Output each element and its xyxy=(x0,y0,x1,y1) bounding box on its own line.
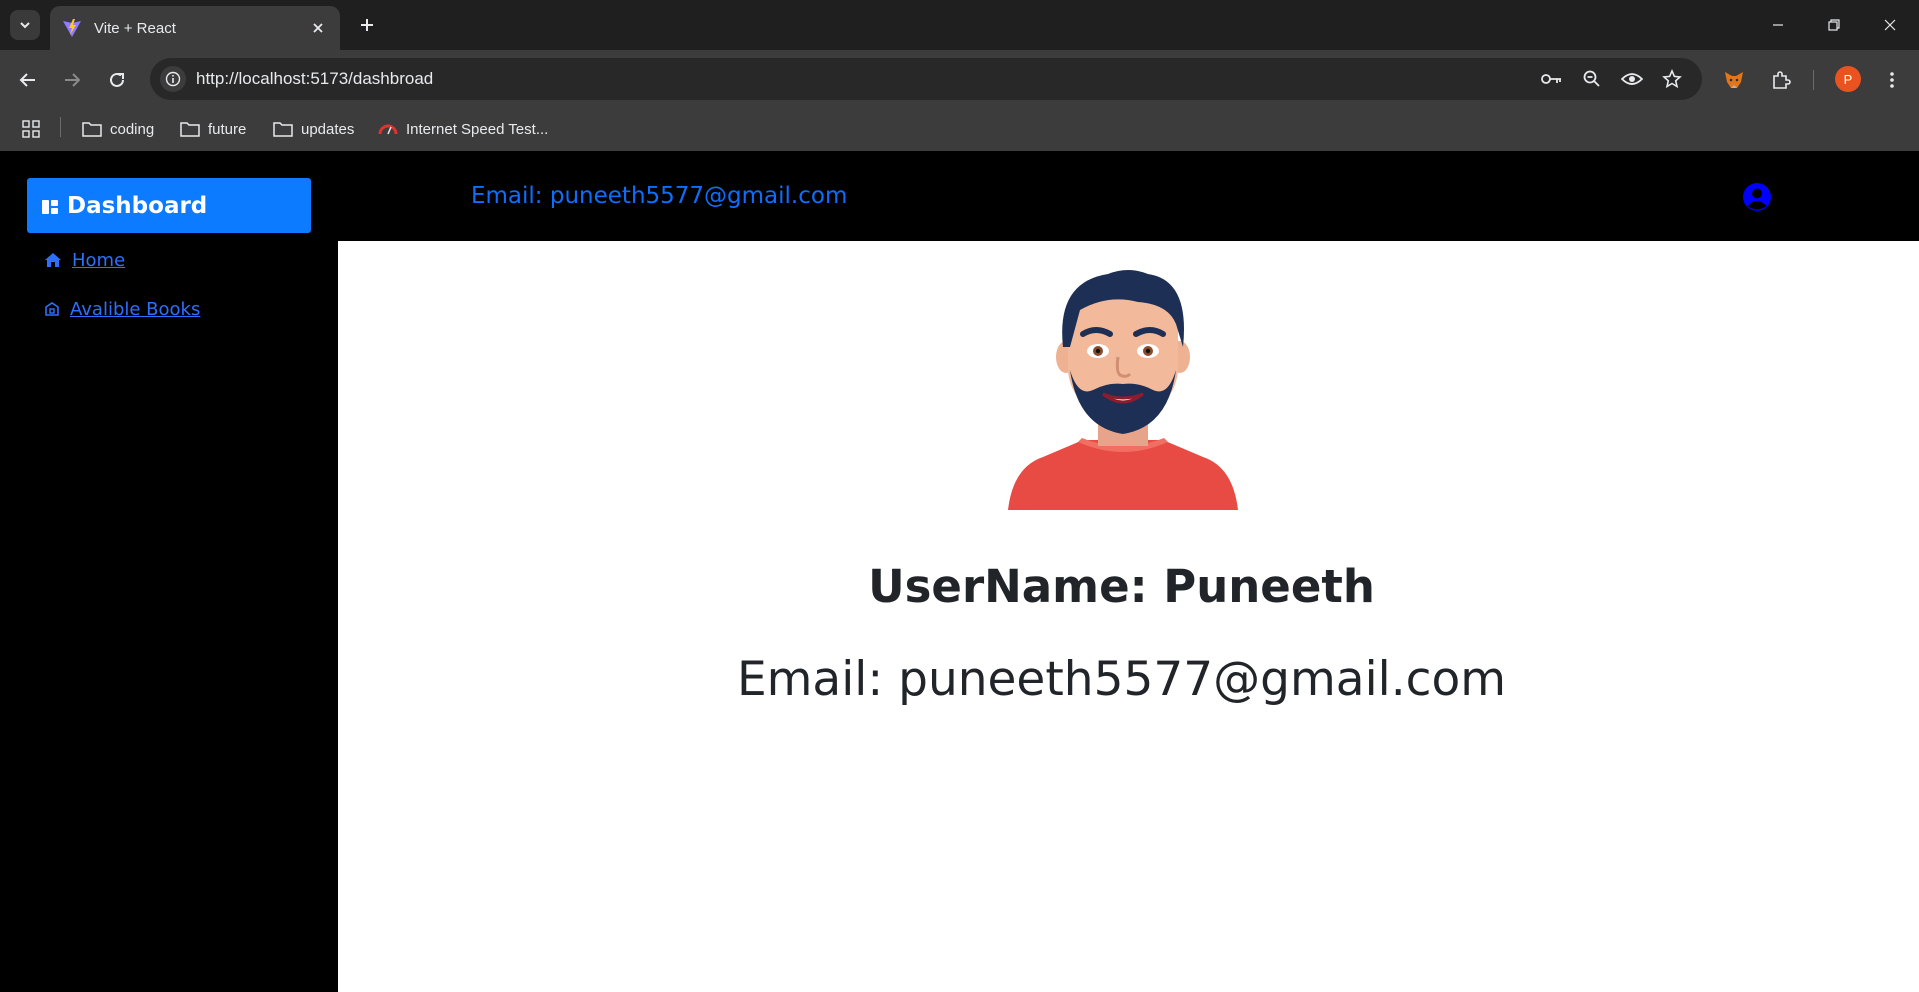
site-info-icon[interactable] xyxy=(160,66,186,92)
apps-grid-icon[interactable] xyxy=(22,116,48,142)
bookmark-updates[interactable]: updates xyxy=(273,116,354,142)
bookmark-coding[interactable]: coding xyxy=(82,116,154,142)
sidebar-item-label: Home xyxy=(72,249,126,271)
user-circle-icon[interactable] xyxy=(1742,182,1772,212)
user-avatar xyxy=(1008,270,1238,510)
url-text[interactable]: http://localhost:5173/dashbroad xyxy=(196,69,433,89)
close-icon xyxy=(1884,19,1896,31)
dashboard-button[interactable]: Dashboard xyxy=(27,178,311,233)
arrow-left-icon xyxy=(19,73,35,87)
eye-icon[interactable] xyxy=(1620,68,1644,90)
minimize-button[interactable] xyxy=(1750,0,1806,50)
bank-icon xyxy=(45,302,59,316)
dashboard-label: Dashboard xyxy=(67,192,208,219)
sidebar-item-label: Avalible Books xyxy=(70,298,201,320)
sidebar xyxy=(0,151,338,992)
key-icon[interactable] xyxy=(1540,68,1564,90)
bookmark-internet-speed-test[interactable]: Internet Speed Test... xyxy=(378,116,548,142)
active-tab[interactable]: Vite + React xyxy=(50,6,340,50)
extensions-puzzle-icon[interactable] xyxy=(1765,64,1797,96)
bookmark-label: coding xyxy=(110,120,155,138)
minimize-icon xyxy=(1773,24,1783,26)
profile-username: UserName: Puneeth xyxy=(868,560,1375,613)
reload-button[interactable] xyxy=(101,64,133,96)
restore-button[interactable] xyxy=(1806,0,1862,50)
bookmark-label: updates xyxy=(301,120,355,138)
profile-avatar[interactable]: P xyxy=(1835,66,1861,92)
restore-icon xyxy=(1828,19,1840,31)
reload-icon xyxy=(110,72,124,87)
toolbar-divider xyxy=(1813,70,1814,90)
forward-button[interactable] xyxy=(56,64,88,96)
bookmark-label: future xyxy=(208,120,247,138)
folder-icon xyxy=(273,122,293,137)
bookmark-label: Internet Speed Test... xyxy=(406,120,549,138)
profile-email: Email: puneeth5577@gmail.com xyxy=(736,652,1507,707)
close-tab-icon[interactable] xyxy=(308,18,328,38)
tab-title: Vite + React xyxy=(94,19,176,37)
home-icon xyxy=(45,253,61,267)
folder-icon xyxy=(180,122,200,137)
bookmark-star-icon[interactable] xyxy=(1660,68,1684,90)
zoom-out-icon[interactable] xyxy=(1580,68,1604,90)
speedometer-icon xyxy=(378,124,398,135)
address-bar[interactable]: http://localhost:5173/dashbroad xyxy=(150,58,1702,100)
arrow-right-icon xyxy=(65,73,81,87)
sidebar-item-home[interactable]: Home xyxy=(44,246,125,274)
plus-icon xyxy=(361,19,373,31)
chevron-down-icon xyxy=(20,22,30,29)
browser-menu-icon[interactable] xyxy=(1876,64,1908,96)
bookmark-future[interactable]: future xyxy=(180,116,246,142)
metamask-extension-icon[interactable] xyxy=(1718,64,1750,96)
dashboard-icon xyxy=(42,199,58,214)
back-button[interactable] xyxy=(12,64,44,96)
browser-tab-strip: Vite + React xyxy=(0,0,1919,50)
tab-search-button[interactable] xyxy=(10,10,40,40)
new-tab-button[interactable] xyxy=(352,10,382,40)
close-window-button[interactable] xyxy=(1862,0,1918,50)
bookmarks-divider xyxy=(60,117,61,137)
folder-icon xyxy=(82,122,102,137)
vite-logo-icon xyxy=(63,19,81,37)
sidebar-item-available-books[interactable]: Avalible Books xyxy=(44,295,200,323)
navbar-email: Email: puneeth5577@gmail.com xyxy=(471,183,848,209)
